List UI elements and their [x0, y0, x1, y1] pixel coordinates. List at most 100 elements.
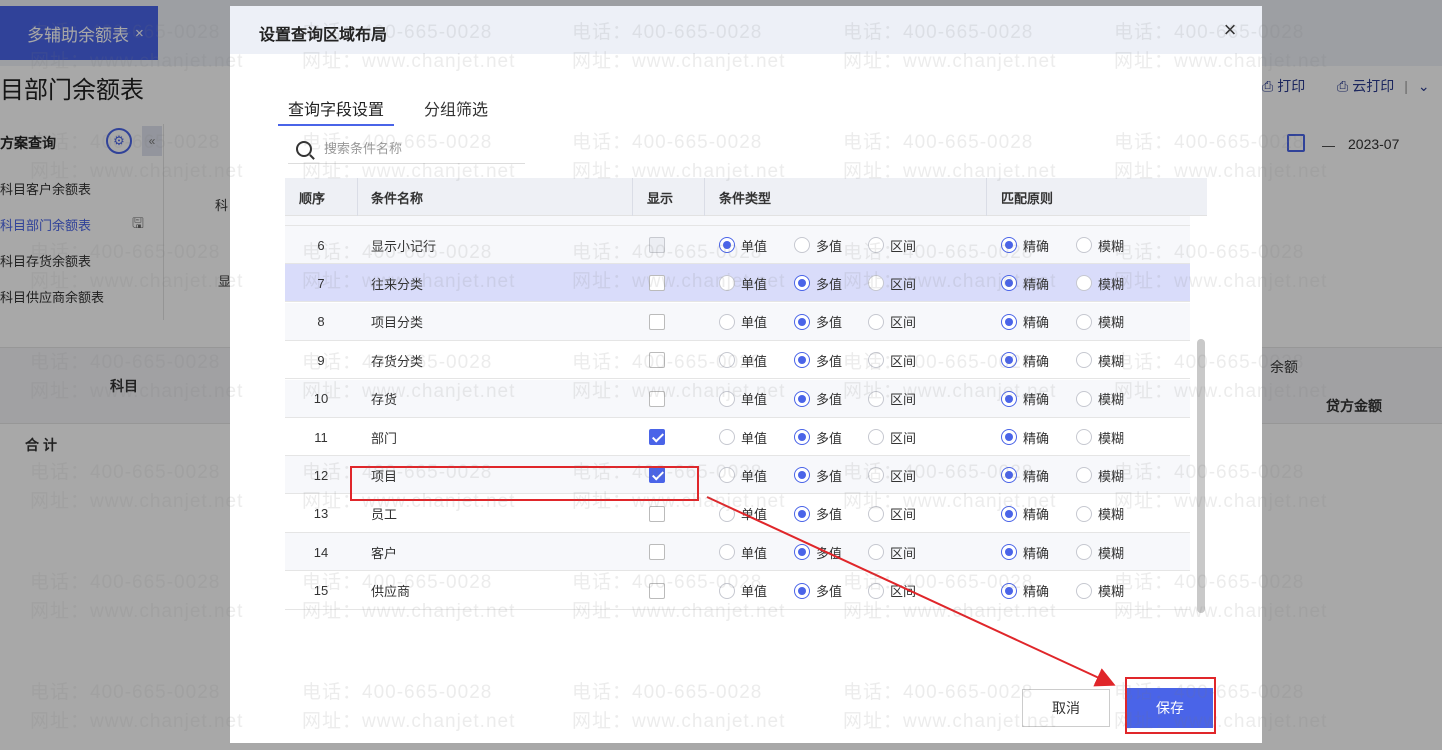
condition-type-radio[interactable]	[794, 467, 810, 484]
row-order: 13	[313, 506, 329, 522]
dialog-header: 设置查询区域布局 ×	[230, 6, 1262, 54]
row-condition-name: 存货	[371, 392, 398, 408]
condition-table-body: 6 显示小记行 单值 多值 区间 精确 模糊 7 往来分类 单值 多值 区间 精确 模糊 8 项目分类 单值 多值…	[285, 216, 1190, 616]
condition-type-radio[interactable]	[719, 544, 735, 561]
condition-type-radio[interactable]	[868, 505, 884, 522]
match-rule-radio[interactable]	[1076, 429, 1092, 445]
show-checkbox[interactable]	[649, 582, 665, 599]
search-input[interactable]	[324, 141, 514, 156]
match-rule-radio[interactable]	[1001, 582, 1017, 599]
match-rule-radio[interactable]	[1076, 544, 1092, 561]
cancel-button[interactable]: 取消	[1022, 689, 1110, 727]
table-row[interactable]: 14 客户 单值 多值 区间 精确 模糊	[285, 533, 1190, 572]
condition-type-radio[interactable]	[719, 505, 735, 522]
row-order: 11	[314, 429, 328, 445]
condition-type-radio[interactable]	[794, 505, 810, 522]
show-checkbox[interactable]	[649, 544, 665, 561]
condition-type-radio[interactable]	[794, 544, 810, 561]
tab-query-field-settings[interactable]: 查询字段设置	[278, 96, 395, 126]
row-order: 12	[313, 467, 329, 483]
match-rule-label: 精确	[1023, 353, 1050, 369]
match-rule-label: 模糊	[1098, 353, 1125, 369]
table-row[interactable]: 10 存货 单值 多值 区间 精确 模糊	[285, 379, 1190, 418]
match-rule-label: 模糊	[1098, 238, 1125, 254]
condition-type-radio[interactable]	[868, 352, 884, 369]
condition-type-radio[interactable]	[719, 275, 735, 292]
condition-type-radio[interactable]	[868, 313, 884, 330]
match-rule-radio[interactable]	[1076, 505, 1092, 522]
condition-type-radio[interactable]	[794, 582, 810, 599]
condition-type-label: 区间	[890, 430, 917, 446]
th-separator	[704, 178, 705, 216]
match-rule-radio[interactable]	[1001, 275, 1017, 292]
condition-type-radio[interactable]	[794, 237, 810, 253]
match-rule-label: 精确	[1023, 392, 1050, 408]
condition-type-radio[interactable]	[719, 467, 735, 484]
condition-type-radio[interactable]	[719, 352, 735, 369]
match-rule-radio[interactable]	[1001, 544, 1017, 561]
table-row[interactable]: 11 部门 单值 多值 区间 精确 模糊	[285, 418, 1190, 456]
condition-type-radio[interactable]	[868, 237, 884, 253]
match-rule-radio[interactable]	[1076, 582, 1092, 599]
match-rule-radio[interactable]	[1001, 313, 1017, 330]
condition-type-radio[interactable]	[719, 390, 735, 407]
condition-type-label: 单值	[741, 392, 768, 408]
show-checkbox[interactable]	[649, 390, 665, 407]
table-scrollbar[interactable]	[1197, 339, 1205, 613]
annotation-highlight-row	[350, 466, 699, 501]
table-row[interactable]: 7 往来分类 单值 多值 区间 精确 模糊	[285, 264, 1190, 303]
match-rule-radio[interactable]	[1076, 390, 1092, 407]
condition-type-label: 区间	[890, 315, 917, 331]
condition-type-radio[interactable]	[794, 390, 810, 407]
condition-type-radio[interactable]	[794, 352, 810, 369]
show-checkbox[interactable]	[649, 352, 665, 369]
condition-type-radio[interactable]	[868, 390, 884, 407]
condition-type-label: 多值	[816, 584, 843, 600]
condition-type-radio[interactable]	[719, 429, 735, 445]
match-rule-radio[interactable]	[1076, 237, 1092, 253]
table-row[interactable]: 15 供应商 单值 多值 区间 精确 模糊	[285, 572, 1190, 610]
condition-type-radio[interactable]	[868, 582, 884, 599]
show-checkbox[interactable]	[649, 275, 665, 292]
annotation-highlight-save	[1125, 677, 1216, 734]
match-rule-radio[interactable]	[1076, 275, 1092, 292]
dialog-title: 设置查询区域布局	[259, 27, 388, 44]
condition-type-radio[interactable]	[719, 237, 735, 253]
match-rule-radio[interactable]	[1001, 505, 1017, 522]
table-row[interactable]: 9 存货分类 单值 多值 区间 精确 模糊	[285, 341, 1190, 380]
show-checkbox[interactable]	[649, 313, 665, 330]
match-rule-radio[interactable]	[1001, 237, 1017, 253]
condition-type-radio[interactable]	[794, 275, 810, 292]
row-order: 9	[317, 352, 325, 368]
match-rule-radio[interactable]	[1001, 429, 1017, 445]
match-rule-radio[interactable]	[1076, 313, 1092, 330]
condition-type-radio[interactable]	[794, 429, 810, 445]
show-checkbox[interactable]	[649, 429, 665, 445]
condition-type-label: 区间	[890, 468, 917, 484]
condition-type-radio[interactable]	[868, 429, 884, 445]
condition-type-label: 单值	[741, 507, 768, 523]
table-row-partial	[285, 216, 1190, 226]
condition-type-radio[interactable]	[719, 313, 735, 330]
row-order: 10	[313, 391, 329, 407]
tab-group-filter[interactable]: 分组筛选	[414, 96, 498, 126]
match-rule-label: 模糊	[1098, 545, 1125, 561]
condition-type-radio[interactable]	[868, 544, 884, 561]
match-rule-label: 精确	[1023, 276, 1050, 292]
table-row[interactable]: 6 显示小记行 单值 多值 区间 精确 模糊	[285, 226, 1190, 264]
match-rule-radio[interactable]	[1076, 352, 1092, 369]
th-separator	[632, 178, 633, 216]
close-icon[interactable]: ×	[1218, 17, 1242, 42]
match-rule-radio[interactable]	[1001, 467, 1017, 484]
condition-type-radio[interactable]	[719, 582, 735, 599]
table-row[interactable]: 8 项目分类 单值 多值 区间 精确 模糊	[285, 302, 1190, 341]
condition-type-radio[interactable]	[794, 313, 810, 330]
match-rule-radio[interactable]	[1076, 467, 1092, 484]
condition-type-radio[interactable]	[868, 467, 884, 484]
match-rule-radio[interactable]	[1001, 352, 1017, 369]
row-condition-name: 部门	[371, 430, 398, 446]
condition-type-label: 多值	[816, 545, 843, 561]
show-checkbox[interactable]	[649, 505, 665, 522]
condition-type-radio[interactable]	[868, 275, 884, 292]
match-rule-radio[interactable]	[1001, 390, 1017, 407]
